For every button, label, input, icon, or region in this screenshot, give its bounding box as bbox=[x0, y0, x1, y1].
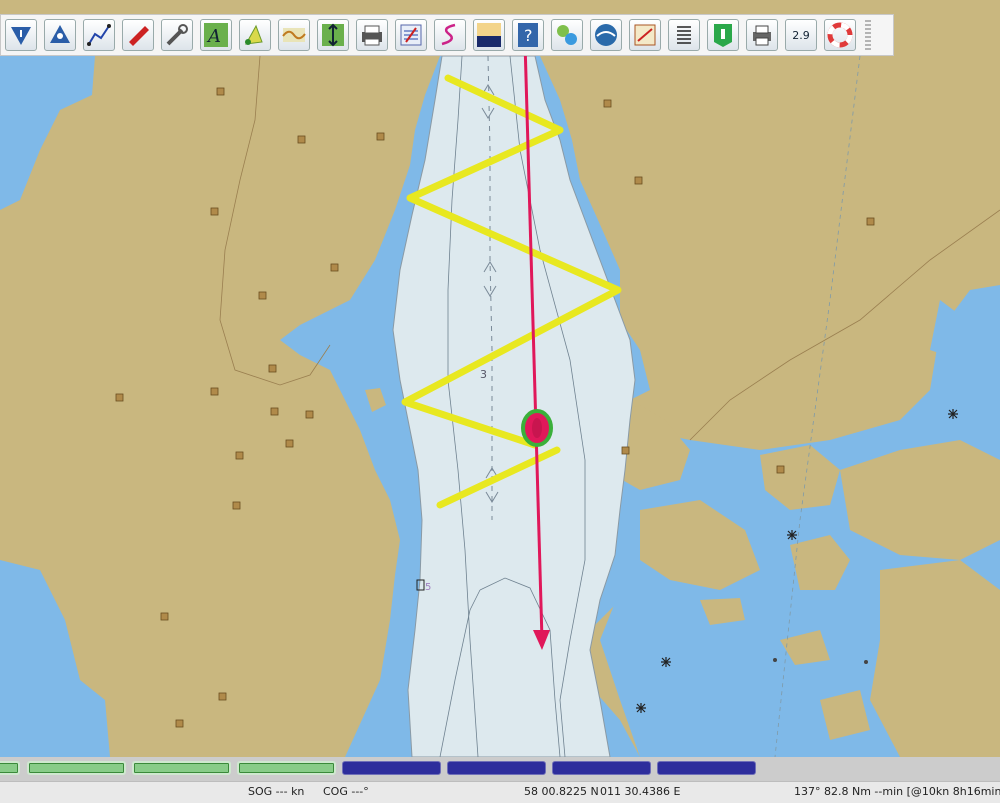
settings-icon bbox=[166, 24, 188, 46]
sog-readout: SOG --- kn bbox=[248, 785, 305, 798]
route-icon bbox=[87, 24, 111, 46]
currents-button[interactable] bbox=[239, 19, 271, 51]
zoom-out-icon bbox=[50, 25, 70, 43]
tides-button[interactable] bbox=[278, 19, 310, 51]
piano-key[interactable] bbox=[342, 761, 441, 775]
earth-button[interactable] bbox=[590, 19, 622, 51]
piano-key[interactable] bbox=[657, 761, 756, 775]
globe-chart-icon bbox=[557, 25, 577, 45]
island bbox=[870, 560, 1000, 757]
list-icon bbox=[677, 26, 691, 44]
zoom-in-icon bbox=[11, 27, 31, 45]
earth-icon bbox=[595, 24, 617, 46]
toolbar-grip[interactable] bbox=[865, 20, 871, 50]
lighthouse-button[interactable] bbox=[707, 19, 739, 51]
depth-button[interactable] bbox=[473, 19, 505, 51]
piano-key[interactable] bbox=[237, 761, 336, 775]
route-manager-button[interactable] bbox=[395, 19, 427, 51]
zoom-in-button[interactable] bbox=[5, 19, 37, 51]
settings-button[interactable] bbox=[161, 19, 193, 51]
zoom-level-icon: 2.9 bbox=[792, 28, 810, 42]
own-ship-icon bbox=[129, 26, 149, 46]
svg-text:?: ? bbox=[524, 26, 533, 45]
nautical-chart[interactable]: 3 5 bbox=[0, 0, 1000, 757]
lifebuoy-icon bbox=[827, 22, 853, 48]
longitude-readout: 011 30.4386 E bbox=[600, 785, 681, 798]
chart-piano-bar bbox=[0, 757, 1000, 781]
zoom-level-button[interactable]: 2.9 bbox=[785, 19, 817, 51]
track-icon bbox=[441, 23, 456, 46]
print-icon bbox=[362, 25, 382, 46]
printer-icon bbox=[753, 25, 771, 46]
piano-key[interactable] bbox=[132, 761, 231, 775]
cog-readout: COG ---° bbox=[323, 785, 369, 798]
status-bar: SOG --- kn COG ---° 58 00.8225 N 011 30.… bbox=[0, 781, 1000, 803]
tides-icon bbox=[282, 28, 306, 42]
latitude-readout: 58 00.8225 N bbox=[524, 785, 599, 798]
boat-marker-core bbox=[532, 418, 542, 438]
depth-icon bbox=[477, 23, 501, 47]
svg-text:A: A bbox=[206, 26, 221, 47]
toolbar: A ? 2.9 bbox=[0, 14, 894, 56]
help-icon: ? bbox=[518, 23, 538, 47]
zoom-out-button[interactable] bbox=[44, 19, 76, 51]
logbook-button[interactable] bbox=[629, 19, 661, 51]
track-button[interactable] bbox=[434, 19, 466, 51]
list-button[interactable] bbox=[668, 19, 700, 51]
piano-key[interactable] bbox=[27, 761, 126, 775]
text-icon: A bbox=[204, 23, 228, 47]
help-button[interactable]: ? bbox=[512, 19, 544, 51]
lighthouse-icon bbox=[714, 24, 732, 47]
own-ship-button[interactable] bbox=[122, 19, 154, 51]
printer-button[interactable] bbox=[746, 19, 778, 51]
piano-key[interactable] bbox=[552, 761, 651, 775]
route-manager-icon bbox=[400, 24, 422, 46]
lifebuoy-button[interactable] bbox=[824, 19, 856, 51]
piano-key[interactable] bbox=[0, 761, 20, 775]
sounding-label: 5 bbox=[425, 582, 431, 593]
print-button[interactable] bbox=[356, 19, 388, 51]
scale-icon bbox=[322, 23, 344, 47]
globe-chart-button[interactable] bbox=[551, 19, 583, 51]
route-button[interactable] bbox=[83, 19, 115, 51]
depth-label: 3 bbox=[480, 368, 487, 381]
rock-dot bbox=[864, 660, 868, 664]
rock-dot bbox=[773, 658, 777, 662]
text-button[interactable]: A bbox=[200, 19, 232, 51]
piano-key[interactable] bbox=[447, 761, 546, 775]
cursor-bearing-distance: 137° 82.8 Nm --min [@10kn 8h16min] bbox=[794, 785, 1000, 798]
currents-icon bbox=[245, 24, 263, 45]
scale-button[interactable] bbox=[317, 19, 349, 51]
logbook-icon bbox=[634, 24, 656, 46]
